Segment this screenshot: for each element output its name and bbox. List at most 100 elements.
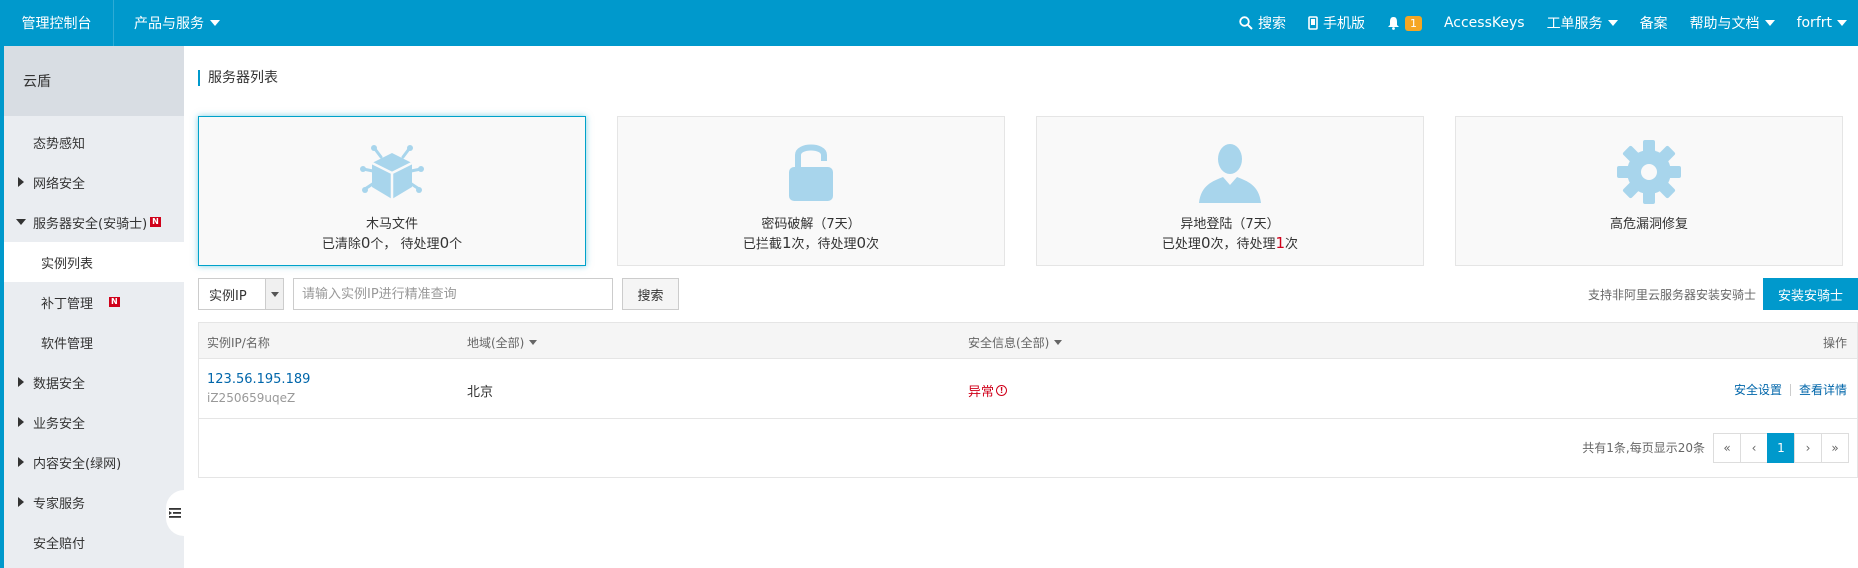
- sidebar-item-label: 网络安全: [33, 176, 86, 192]
- stat-text: 次，待处理: [1210, 237, 1276, 252]
- stat-number: 0: [360, 234, 371, 252]
- search-link[interactable]: 搜索: [1228, 0, 1297, 46]
- collapse-menu-icon: [169, 508, 181, 518]
- stat-text: 已清除: [321, 237, 361, 252]
- caret-right-icon: [18, 497, 24, 507]
- notifications-button[interactable]: 1: [1376, 0, 1433, 46]
- products-menu-label: 产品与服务: [134, 16, 204, 32]
- stat-card-remote-login[interactable]: 异地登陆（7天） 已处理0次，待处理1次: [1036, 116, 1424, 266]
- sidebar-item-label: 安全赔付: [33, 536, 86, 552]
- prev-page-button[interactable]: ‹: [1740, 433, 1768, 463]
- caret-right-icon: [18, 177, 24, 187]
- dropdown-arrow-icon: [265, 279, 283, 309]
- server-table: 实例IP/名称 地域(全部) 安全信息(全部) 操作 123.56.195.18…: [198, 322, 1858, 478]
- first-page-button[interactable]: «: [1713, 433, 1741, 463]
- stat-text: 个: [449, 237, 463, 252]
- accesskeys-link[interactable]: AccessKeys: [1433, 0, 1536, 46]
- stat-text: 已处理: [1161, 237, 1201, 252]
- search-type-select[interactable]: 实例IP: [198, 278, 284, 310]
- search-icon: [1239, 16, 1253, 30]
- products-menu[interactable]: 产品与服务: [114, 13, 220, 33]
- sidebar-item-label: 专家服务: [33, 496, 86, 512]
- instance-ip-link[interactable]: 123.56.195.189: [207, 372, 310, 387]
- sidebar-item-label: 服务器安全(安骑士): [33, 216, 148, 232]
- caret-down-icon: [16, 219, 26, 225]
- search-button[interactable]: 搜索: [622, 278, 679, 310]
- security-status[interactable]: 异常 !: [968, 381, 1008, 400]
- sidebar-item-label: 软件管理: [41, 336, 94, 352]
- sidebar-item-label: 业务安全: [33, 416, 86, 432]
- status-label: 异常: [968, 385, 995, 400]
- stat-text: 次，待处理: [791, 237, 857, 252]
- support-hint-text: 支持非阿里云服务器安装安骑士: [1587, 288, 1756, 302]
- row-actions: 安全设置 查看详情: [1734, 381, 1847, 398]
- header-region-filter[interactable]: 地域(全部): [467, 334, 538, 351]
- chevron-down-icon: [210, 20, 220, 26]
- table-header: 实例IP/名称 地域(全部) 安全信息(全部) 操作: [199, 323, 1857, 359]
- security-settings-link[interactable]: 安全设置: [1734, 381, 1782, 398]
- sidebar-item-software-management[interactable]: 软件管理: [4, 322, 184, 362]
- view-details-link[interactable]: 查看详情: [1799, 381, 1847, 398]
- search-bar: 实例IP 搜索 支持非阿里云服务器安装安骑士 安装安骑士: [198, 278, 1858, 312]
- search-link-label: 搜索: [1257, 16, 1286, 32]
- stat-card-trojan[interactable]: 木马文件 已清除0个， 待处理0个: [198, 116, 586, 266]
- tickets-menu-label: 工单服务: [1546, 16, 1603, 32]
- chevron-down-icon: [1764, 20, 1775, 26]
- caret-right-icon: [18, 457, 24, 467]
- warning-icon: !: [996, 385, 1008, 396]
- tickets-menu[interactable]: 工单服务: [1536, 0, 1629, 46]
- new-badge: N: [109, 297, 120, 307]
- stat-card-password-crack[interactable]: 密码破解（7天） 已拦截1次，待处理0次: [617, 116, 1005, 266]
- sidebar-item-server-security[interactable]: 服务器安全(安骑士) N: [4, 202, 184, 242]
- sidebar-item-expert-service[interactable]: 专家服务: [4, 482, 184, 522]
- header-label: 地域(全部): [467, 336, 525, 350]
- caret-right-icon: [18, 377, 24, 387]
- sidebar-item-business-security[interactable]: 业务安全: [4, 402, 184, 442]
- stat-number: 0: [856, 234, 867, 252]
- next-page-button[interactable]: ›: [1794, 433, 1822, 463]
- user-menu[interactable]: forfrt: [1786, 0, 1858, 46]
- user-icon: [1199, 144, 1261, 203]
- main-content: 服务器列表 木马文件 已清除0个， 待处理0个 密码破解（7天） 已拦截1次，待…: [198, 46, 1858, 568]
- stat-number: 0: [439, 234, 450, 252]
- select-value: 实例IP: [209, 288, 247, 304]
- last-page-button[interactable]: »: [1821, 433, 1849, 463]
- sidebar-item-content-security[interactable]: 内容安全(绿网): [4, 442, 184, 482]
- instance-region: 北京: [467, 385, 494, 400]
- help-menu-label: 帮助与文档: [1689, 16, 1760, 32]
- sidebar-title: 云盾: [4, 46, 184, 116]
- sidebar-item-label: 内容安全(绿网): [33, 456, 122, 472]
- divider: [1789, 383, 1791, 396]
- notification-count-badge: 1: [1404, 15, 1422, 31]
- sidebar-item-situation-awareness[interactable]: 态势感知: [4, 122, 184, 162]
- mobile-link[interactable]: 手机版: [1297, 0, 1376, 46]
- sidebar-item-data-security[interactable]: 数据安全: [4, 362, 184, 402]
- install-agent-button[interactable]: 安装安骑士: [1763, 278, 1858, 310]
- beian-link[interactable]: 备案: [1629, 0, 1679, 46]
- mobile-link-label: 手机版: [1322, 16, 1365, 32]
- new-badge: N: [150, 217, 161, 227]
- page-number-button[interactable]: 1: [1767, 433, 1795, 463]
- mobile-phone-icon: [1308, 16, 1318, 30]
- table-row: 123.56.195.189 iZ250659uqeZ 北京 异常 ! 安全设置…: [199, 359, 1857, 419]
- sidebar-item-instance-list[interactable]: 实例列表: [4, 242, 184, 282]
- card-stat: 已处理0次，待处理1次: [1037, 233, 1423, 252]
- console-home-link[interactable]: 管理控制台: [0, 0, 114, 46]
- chevron-down-icon: [1054, 340, 1063, 345]
- stat-text: 已拦截: [742, 237, 782, 252]
- instance-ip-search-input[interactable]: [293, 278, 613, 310]
- card-name: 高危漏洞修复: [1609, 217, 1688, 232]
- user-menu-label: forfrt: [1796, 15, 1832, 31]
- sidebar-item-network-security[interactable]: 网络安全: [4, 162, 184, 202]
- help-menu[interactable]: 帮助与文档: [1679, 0, 1786, 46]
- stat-text: 次: [866, 237, 880, 252]
- stat-text: 次: [1285, 237, 1299, 252]
- pagination: « ‹ 1 › »: [1713, 433, 1849, 463]
- bell-icon: [1387, 17, 1399, 30]
- sidebar-item-patch-management[interactable]: 补丁管理 N: [4, 282, 184, 322]
- sidebar-item-security-compensation[interactable]: 安全赔付: [4, 522, 184, 562]
- sidebar: 云盾 态势感知 网络安全 服务器安全(安骑士) N 实例列表 补丁管理 N 软件…: [0, 46, 184, 568]
- sidebar-item-label: 数据安全: [33, 376, 86, 392]
- header-security-filter[interactable]: 安全信息(全部): [968, 334, 1063, 351]
- stat-card-vulnerability-fix[interactable]: 高危漏洞修复: [1455, 116, 1843, 266]
